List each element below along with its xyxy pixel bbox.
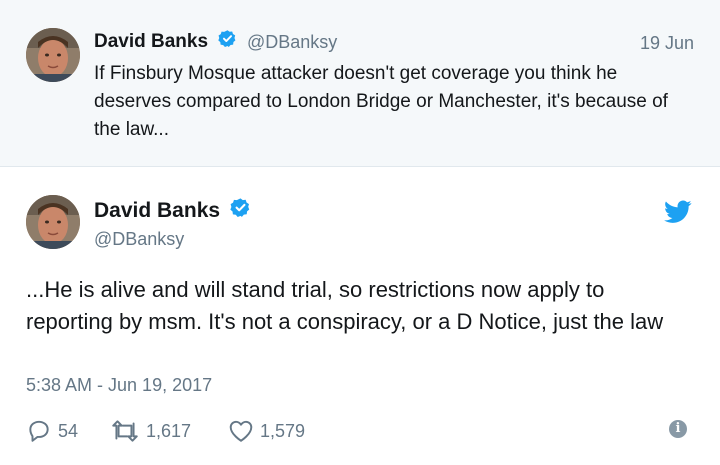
avatar[interactable] xyxy=(26,28,80,82)
twitter-bird-icon[interactable] xyxy=(664,200,692,229)
author-handle[interactable]: @DBanksy xyxy=(247,32,337,52)
author-name-row: David Banks xyxy=(94,197,251,223)
parent-tweet-text: If Finsbury Mosque attacker doesn't get … xyxy=(94,63,668,140)
verified-badge-icon xyxy=(229,197,251,223)
tweet-timestamp[interactable]: 5:38 AM - Jun 19, 2017 xyxy=(26,375,212,396)
info-icon[interactable]: i xyxy=(669,420,687,438)
author-handle[interactable]: @DBanksy xyxy=(94,229,184,250)
avatar[interactable] xyxy=(26,195,80,249)
like-count: 1,579 xyxy=(260,420,306,441)
reply-count: 54 xyxy=(58,420,79,441)
reply-button[interactable]: 54 xyxy=(26,416,78,446)
like-button[interactable]: 1,579 xyxy=(228,416,305,446)
verified-badge-icon xyxy=(217,29,237,53)
tweet-actions: 54 1,617 1,579 i xyxy=(26,416,696,446)
reply-bubble-icon xyxy=(29,420,49,442)
tweet-text: ...He is alive and will stand trial, so … xyxy=(26,277,664,334)
tweet-date[interactable]: 19 Jun xyxy=(640,33,694,54)
parent-tweet[interactable]: David Banks @DBanksy 19 Jun If Finsbury … xyxy=(0,0,720,167)
author-name[interactable]: David Banks xyxy=(94,31,208,52)
retweet-icon xyxy=(112,420,138,442)
heart-icon xyxy=(229,420,253,442)
tweet-embed: David Banks @DBanksy 19 Jun If Finsbury … xyxy=(0,0,720,465)
retweet-button[interactable]: 1,617 xyxy=(110,416,191,446)
retweet-count: 1,617 xyxy=(146,420,192,441)
parent-tweet-header: David Banks @DBanksy 19 Jun xyxy=(94,29,694,59)
author-name[interactable]: David Banks xyxy=(94,199,220,222)
